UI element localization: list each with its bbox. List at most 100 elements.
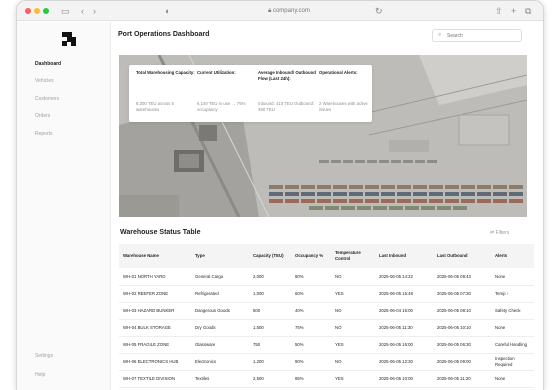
cell-last-inbound: 2025-06-05 14:22	[375, 268, 433, 286]
back-arrow-icon[interactable]: ‹	[81, 5, 84, 17]
minimize-window-button[interactable]	[34, 8, 40, 14]
maximize-window-button[interactable]	[43, 8, 49, 14]
sidebar-item-customers[interactable]: Customers	[35, 96, 59, 102]
filters-button[interactable]: ⇌ Filters	[490, 230, 509, 236]
cell-capacity: 1,000	[249, 285, 291, 303]
cell-alerts: Safety Check	[491, 302, 534, 320]
cell-capacity: 2,000	[249, 268, 291, 286]
reload-icon[interactable]: ↻	[375, 5, 383, 17]
page-title: Port Operations Dashboard	[118, 31, 210, 38]
column-header-type[interactable]: Type	[191, 244, 249, 268]
search-input[interactable]	[447, 31, 519, 41]
stat-operational-alerts: Operational Alerts: 2 Warehouses with ac…	[319, 70, 379, 112]
cell-warehouse-name: WH-06 ELECTRONICS HUB	[119, 353, 191, 371]
cell-last-outbound: 2025-06-05 11:20	[433, 370, 491, 388]
table-row[interactable]: WH-04 BULK STORAGE Dry Goods 1,500 75% NO 202…	[119, 319, 534, 337]
stat-value: 6,140 TEU in use → 75% occupancy	[197, 101, 246, 112]
privacy-shield-icon[interactable]: ◐	[165, 5, 170, 17]
cell-type: General Cargo	[191, 268, 249, 286]
forward-arrow-icon[interactable]: ›	[93, 5, 96, 17]
summary-stats-card: Total Warehousing Capacity: 8,200 TEU ac…	[129, 65, 372, 122]
cell-alerts: None	[491, 319, 534, 337]
cell-warehouse-name: WH-01 NORTH YARD	[119, 268, 191, 286]
table-row[interactable]: WH-05 FRAGILE ZONE Glassware 750 50% YES 2025…	[119, 336, 534, 354]
cell-occupancy: 80%	[291, 268, 331, 286]
cell-type: Refrigerated	[191, 285, 249, 303]
browser-window: ▭ ‹ › ◐ 🔒︎ company.com ↻ ⇧ + ⧉ Dashboard…	[16, 0, 544, 390]
cell-capacity: 750	[249, 336, 291, 354]
cell-occupancy: 60%	[291, 285, 331, 303]
new-tab-icon[interactable]: +	[511, 5, 516, 17]
share-icon[interactable]: ⇧	[495, 5, 503, 17]
sidebar-toggle-icon[interactable]: ▭	[61, 5, 70, 17]
cell-last-inbound: 2025-06-05 15:48	[375, 285, 433, 303]
stat-value: Inbound: 410 TEU Outbound: 390 TEU	[258, 101, 315, 112]
table-header-row: Warehouse Name Type Capacity (TEU) Occup…	[119, 244, 534, 268]
stat-average-flow: Average Inbound/ Outbound Flow (Last 24h…	[258, 70, 318, 112]
cell-alerts: None	[491, 268, 534, 286]
table-body: WH-01 NORTH YARD General Cargo 2,000 80% NO 2…	[119, 268, 534, 388]
stat-label: Average Inbound/ Outbound Flow (Last 24h…	[258, 70, 316, 81]
cell-last-outbound: 2025-06-05 10:10	[433, 319, 491, 337]
sidebar-item-vehicles[interactable]: Vehicles	[35, 78, 54, 84]
column-header-alerts[interactable]: Alerts	[491, 244, 534, 268]
sidebar: Dashboard Vehicles Customers Orders Repo…	[17, 22, 111, 390]
cell-last-inbound: 2025-06-04 16:00	[375, 302, 433, 320]
address-bar-url: company.com	[272, 8, 310, 14]
company-logo	[62, 32, 76, 46]
stat-value: 2 Warehouses with active issues	[319, 101, 368, 112]
sidebar-item-orders[interactable]: Orders	[35, 113, 50, 119]
cell-capacity: 500	[249, 302, 291, 320]
table-row[interactable]: WH-06 ELECTRONICS HUB Electronics 1,200 90%…	[119, 353, 534, 371]
cell-temperature-control: YES	[331, 336, 375, 354]
table-row[interactable]: WH-07 TEXTILE DIVISION Textiles 2,500 85% YE…	[119, 370, 534, 388]
tabs-overview-icon[interactable]: ⧉	[525, 5, 531, 17]
column-header-occupancy[interactable]: Occupancy %	[291, 244, 331, 268]
cell-type: Glassware	[191, 336, 249, 354]
cell-capacity: 1,200	[249, 353, 291, 371]
cell-occupancy: 50%	[291, 336, 331, 354]
sidebar-item-dashboard[interactable]: Dashboard	[35, 61, 61, 67]
column-header-temperature-control[interactable]: Temperature Control	[331, 244, 375, 268]
cell-last-outbound: 2025-06-05 09:43	[433, 268, 491, 286]
filters-label: Filters	[495, 230, 510, 236]
cell-warehouse-name: WH-07 TEXTILE DIVISION	[119, 370, 191, 388]
main-content: Port Operations Dashboard ⌕ Search Total…	[112, 22, 543, 390]
cell-alerts: Temp ↑	[491, 285, 534, 303]
search-box[interactable]: ⌕	[432, 29, 522, 42]
cell-type: Textiles	[191, 370, 249, 388]
stat-total-capacity: Total Warehousing Capacity: 8,200 TEU ac…	[136, 70, 196, 112]
table-row[interactable]: WH-02 REEFER ZONE Refrigerated 1,000 60% YES…	[119, 285, 534, 303]
sidebar-item-settings[interactable]: Settings	[35, 353, 53, 359]
cell-warehouse-name: WH-04 BULK STORAGE	[119, 319, 191, 337]
cell-last-outbound: 2025-06-05 07:30	[433, 285, 491, 303]
cell-last-inbound: 2025-06-05 16:00	[375, 336, 433, 354]
column-header-capacity[interactable]: Capacity (TEU)	[249, 244, 291, 268]
stat-value: 8,200 TEU across 5 warehouses	[136, 101, 174, 112]
cell-alerts: Inspection Required	[491, 353, 534, 371]
table-row[interactable]: WH-01 NORTH YARD General Cargo 2,000 80% NO 2…	[119, 268, 534, 286]
cell-last-outbound: 2025-06-05 08:10	[433, 302, 491, 320]
cell-alerts: Careful Handling	[491, 336, 534, 354]
cell-occupancy: 85%	[291, 370, 331, 388]
sidebar-item-reports[interactable]: Reports	[35, 131, 53, 137]
column-header-warehouse-name[interactable]: Warehouse Name	[119, 244, 191, 268]
cell-capacity: 1,500	[249, 319, 291, 337]
cell-last-inbound: 2025-06-05 10:00	[375, 370, 433, 388]
cell-warehouse-name: WH-02 REEFER ZONE	[119, 285, 191, 303]
cell-last-outbound: 2025-06-05 09:00	[433, 353, 491, 371]
search-icon: ⌕	[438, 32, 442, 38]
close-window-button[interactable]	[25, 8, 31, 14]
column-header-last-inbound[interactable]: Last Inbound	[375, 244, 433, 268]
cell-type: Electronics	[191, 353, 249, 371]
cell-last-outbound: 2025-06-05 06:30	[433, 336, 491, 354]
column-header-last-outbound[interactable]: Last Outbound	[433, 244, 491, 268]
cell-capacity: 2,500	[249, 370, 291, 388]
table-row[interactable]: WH-03 HAZARD BUNKER Dangerous Goods 500 40%…	[119, 302, 534, 320]
cell-alerts: None	[491, 370, 534, 388]
address-bar[interactable]: 🔒︎ company.com	[239, 5, 339, 17]
cell-temperature-control: NO	[331, 268, 375, 286]
cell-last-inbound: 2025-06-05 12:30	[375, 353, 433, 371]
sidebar-item-help[interactable]: Help	[35, 372, 45, 378]
cell-temperature-control: NO	[331, 319, 375, 337]
